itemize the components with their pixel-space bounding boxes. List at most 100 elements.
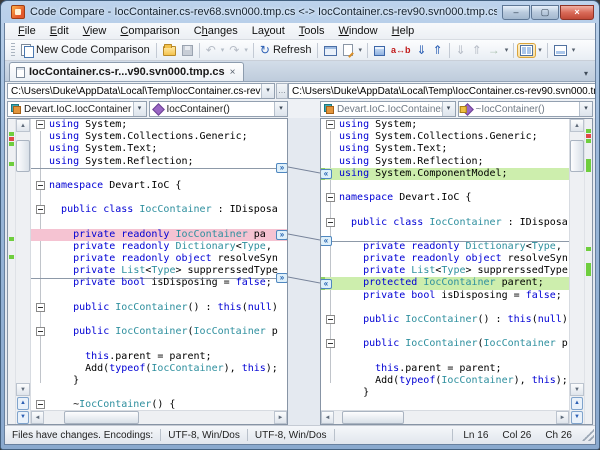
code-line[interactable]: private bool isDisposing = false; [321, 290, 569, 302]
code-line[interactable]: } [31, 375, 287, 387]
code-line[interactable]: this.parent = parent; [31, 351, 287, 363]
code-line[interactable]: Add(typeof(IocContainer), this); [321, 375, 569, 387]
undo-button[interactable]: ↶ [203, 43, 219, 57]
fold-toggle-icon[interactable] [36, 400, 45, 410]
code-line[interactable]: ~IocContainer() { [31, 399, 287, 410]
next-change-nav-button[interactable]: ▼ [571, 411, 583, 424]
edit-file-button[interactable] [340, 43, 356, 57]
prev-change-button[interactable]: ⇑ [430, 43, 446, 57]
left-vertical-scrollbar[interactable]: ▲ ▼ ▲ ▼ [16, 119, 31, 424]
fold-toggle-icon[interactable] [36, 180, 45, 190]
code-line[interactable]: using System; [321, 119, 569, 131]
right-scope-combo[interactable]: Devart.IoC.IocContainer ▾ [320, 101, 456, 117]
right-horizontal-scrollbar[interactable]: ◄ ► [321, 410, 569, 424]
fold-toggle-icon[interactable] [326, 120, 335, 129]
code-line[interactable] [321, 399, 569, 410]
two-pane-layout-button[interactable] [517, 42, 537, 58]
code-line[interactable]: using System.Collections.Generic; [321, 131, 569, 143]
code-line[interactable]: using System; [31, 119, 287, 131]
code-line[interactable]: this.parent = parent; [321, 363, 569, 375]
open-button[interactable] [160, 43, 179, 57]
code-line[interactable] [31, 338, 287, 350]
code-line[interactable]: private List<Type> supprerssedType [31, 265, 287, 277]
code-line[interactable]: public IocContainer() : this(null) [31, 302, 287, 314]
code-line[interactable]: private readonly Dictionary<Type, [31, 241, 287, 253]
copy-change-button[interactable]: » [276, 162, 287, 173]
fold-toggle-icon[interactable] [326, 193, 335, 203]
tab-comparison[interactable]: IocContainer.cs-r...v90.svn000.tmp.cs × [9, 62, 244, 81]
fold-toggle-icon[interactable] [36, 120, 45, 129]
right-diff-map[interactable] [584, 119, 592, 424]
prev-change-nav-button[interactable]: ▲ [17, 397, 29, 410]
right-member-dropdown[interactable]: ▾ [579, 102, 592, 116]
code-line[interactable]: using System.Reflection; [31, 156, 287, 168]
code-line[interactable] [31, 314, 287, 326]
new-code-comparison-button[interactable]: New Code Comparison [18, 43, 153, 58]
copy-change-button[interactable]: « [321, 236, 332, 246]
right-vertical-scrollbar[interactable]: ▲ ▼ ▲ ▼ [569, 119, 584, 424]
code-line[interactable]: using System.Collections.Generic; [31, 131, 287, 143]
fold-toggle-icon[interactable] [326, 315, 335, 324]
fold-toggle-icon[interactable] [326, 339, 335, 349]
redo-dropdown[interactable]: ▾ [242, 46, 250, 54]
menu-edit[interactable]: Edit [43, 24, 76, 38]
code-line[interactable]: using System.ComponentModel; [321, 167, 569, 181]
code-line[interactable]: } [321, 387, 569, 399]
scroll-up-icon[interactable]: ▲ [16, 119, 30, 132]
title-bar[interactable]: Code Compare - IocContainer.cs-rev68.svn… [4, 1, 596, 23]
undo-dropdown[interactable]: ▾ [219, 46, 227, 54]
left-diff-map[interactable] [8, 119, 16, 424]
copy-change-button[interactable]: « [321, 278, 332, 289]
code-line[interactable] [31, 290, 287, 302]
scroll-thumb[interactable] [342, 411, 404, 424]
right-editor[interactable]: « « « using System; using System.Collections… [321, 119, 569, 410]
right-member-combo[interactable]: ~IocContainer() ▾ [457, 101, 593, 117]
next-change-nav-button[interactable]: ▼ [17, 411, 29, 424]
redo-button[interactable]: ↷ [226, 43, 242, 57]
code-line[interactable]: public IocContainer() : this(null) [321, 314, 569, 326]
code-line[interactable]: namespace Devart.IoC { [321, 192, 569, 204]
code-line[interactable]: protected IocContainer parent; [321, 277, 569, 290]
code-line[interactable]: private readonly IocContainer pa [31, 228, 287, 241]
left-path-dropdown[interactable]: ▾ [261, 84, 274, 98]
code-line[interactable] [321, 351, 569, 363]
code-line[interactable]: using System.Text; [321, 143, 569, 155]
copy-change-button[interactable]: » [276, 229, 287, 240]
code-line[interactable] [31, 387, 287, 399]
code-line[interactable] [321, 204, 569, 216]
code-line[interactable]: using System.Text; [31, 143, 287, 155]
fold-toggle-icon[interactable] [36, 205, 45, 215]
next-conflict-button[interactable]: ⇓ [453, 43, 469, 57]
code-line[interactable] [321, 326, 569, 338]
fold-toggle-icon[interactable] [36, 327, 45, 337]
left-horizontal-scrollbar[interactable]: ◄ ► [31, 410, 287, 424]
copy-all-button[interactable]: → [485, 43, 503, 57]
code-line[interactable]: private readonly Dictionary<Type, [321, 241, 569, 253]
fold-toggle-icon[interactable] [326, 217, 335, 227]
menu-file[interactable]: File [11, 24, 43, 38]
save-button[interactable] [179, 44, 196, 57]
code-line[interactable]: public class IocContainer : IDisposa [31, 204, 287, 216]
menu-view[interactable]: View [76, 24, 114, 38]
code-line[interactable] [31, 217, 287, 229]
left-scope-combo[interactable]: Devart.IoC.IocContainer ▾ [7, 101, 147, 117]
toolbar-grip[interactable] [11, 43, 15, 57]
maximize-button[interactable]: ▢ [531, 4, 559, 20]
left-member-dropdown[interactable]: ▾ [274, 102, 287, 116]
copy-change-button[interactable]: » [276, 272, 287, 283]
result-panel-button[interactable] [551, 44, 570, 57]
code-line[interactable]: private List<Type> supprerssedType [321, 265, 569, 277]
scroll-right-icon[interactable]: ► [556, 411, 569, 424]
scroll-thumb[interactable] [570, 140, 584, 172]
resize-grip[interactable] [582, 429, 594, 441]
merge-dropdown[interactable]: ▾ [503, 46, 511, 54]
scroll-right-icon[interactable]: ► [274, 411, 287, 424]
tab-list-dropdown[interactable]: ▾ [584, 69, 591, 81]
code-line[interactable] [321, 229, 569, 241]
refresh-button[interactable]: ↻ Refresh [257, 43, 315, 57]
structure-compare-button[interactable] [371, 44, 388, 57]
code-line[interactable] [31, 168, 287, 180]
next-change-button[interactable]: ⇓ [414, 43, 430, 57]
code-line[interactable]: public IocContainer(IocContainer p [321, 338, 569, 350]
tab-close-icon[interactable]: × [229, 67, 237, 78]
